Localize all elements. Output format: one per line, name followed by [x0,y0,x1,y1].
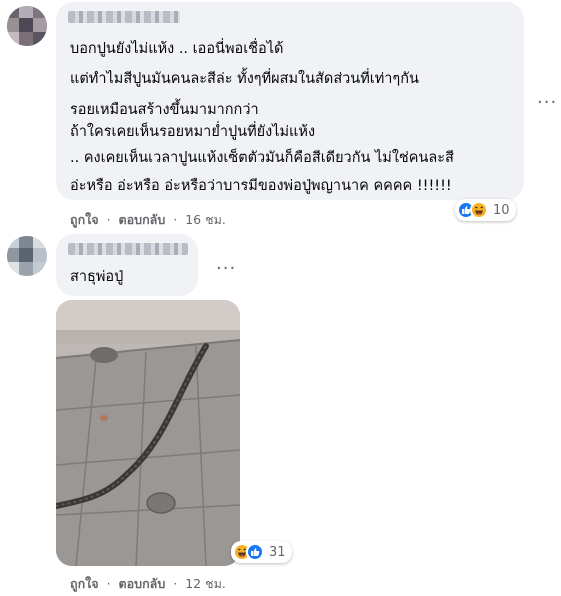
more-options-icon[interactable]: ··· [537,92,557,113]
comment-actions: ถูกใจ · ตอบกลับ · 16 ชม. [70,210,226,230]
separator: · [173,576,178,591]
comment-text-line: บอกปูนยังไม่แห้ง .. เออนี่พอเชื่อได้ [70,41,284,57]
reaction-count: 10 [493,202,510,218]
separator: · [173,212,178,227]
author-name[interactable] [68,243,188,255]
reaction-count: 31 [269,544,286,560]
haha-icon [470,201,488,219]
reply-button[interactable]: ตอบกลับ [119,574,166,594]
like-icon [246,543,264,561]
comment-text: สาธุพ่อปู่ [70,269,124,285]
reaction-summary[interactable]: 31 [231,541,292,563]
timestamp[interactable]: 16 ชม. [185,210,226,230]
comment-bubble: บอกปูนยังไม่แห้ง .. เออนี่พอเชื่อได้ แต่… [56,2,524,200]
more-options-icon[interactable]: ··· [216,258,236,279]
author-name[interactable] [68,11,180,23]
comment-text-line: อ่ะหรือ อ่ะหรือ อ่ะหรือว่าบารมีของพ่อปู่… [70,178,452,194]
separator: · [106,576,111,591]
comment-photo[interactable] [56,300,240,566]
like-button[interactable]: ถูกใจ [70,210,99,230]
reply-button[interactable]: ตอบกลับ [119,210,166,230]
comment-text-line: รอยเหมือนสร้างขึ้นมามากกว่า [70,102,259,118]
timestamp[interactable]: 12 ชม. [185,574,226,594]
reaction-summary[interactable]: 10 [455,199,516,221]
comment-actions: ถูกใจ · ตอบกลับ · 12 ชม. [70,574,226,594]
comment-text-line: .. คงเคยเห็นเวลาปูนแห้งเซ็ตตัวมันก็คือสี… [70,150,454,166]
avatar[interactable] [7,236,47,276]
like-button[interactable]: ถูกใจ [70,574,99,594]
comment-text-line: ถ้าใครเคยเห็นรอยหมาย่ำปูนที่ยังไม่แห้ง [70,124,316,140]
avatar[interactable] [7,6,47,46]
separator: · [106,212,111,227]
comment-bubble: สาธุพ่อปู่ [56,234,198,296]
comment-text-line: แต่ทำไมสีปูนมันคนละสีล่ะ ทั้งๆที่ผสมในสั… [70,71,419,87]
